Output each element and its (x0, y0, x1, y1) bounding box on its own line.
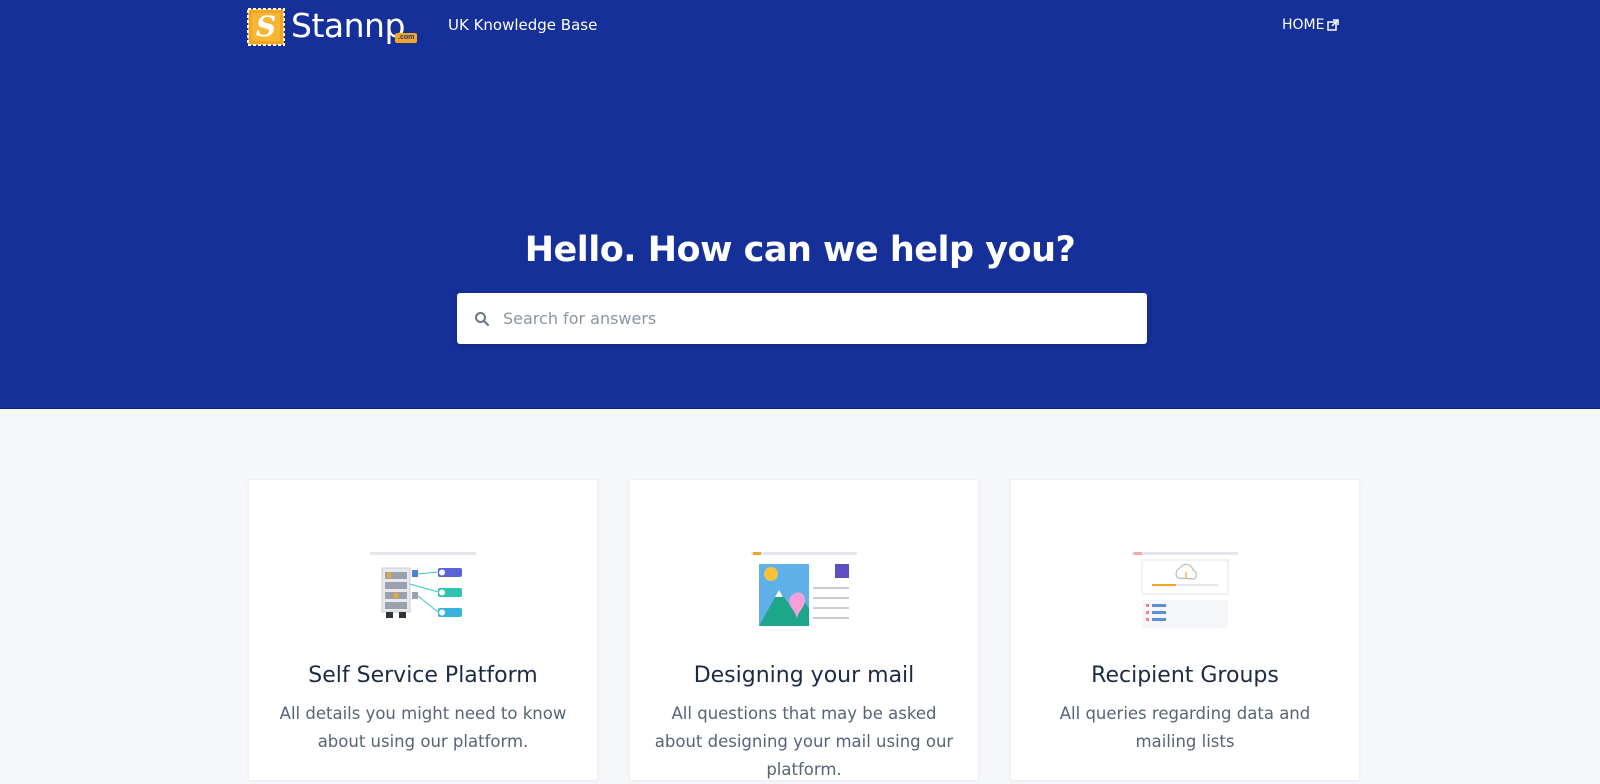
category-description: All questions that may be asked about de… (654, 704, 954, 779)
category-card-self-service[interactable]: Self Service Platform All details you mi… (248, 479, 598, 781)
logo-text: Stannp (291, 6, 405, 45)
category-cards: Self Service Platform All details you mi… (248, 479, 1360, 781)
category-description: All queries regarding data and mailing l… (1059, 704, 1311, 751)
search-icon (475, 311, 489, 326)
logo-dotcom-badge: .com (395, 33, 418, 43)
category-description: All details you might need to know about… (279, 704, 567, 751)
design-illustration-icon (751, 552, 857, 626)
search-box[interactable] (457, 293, 1147, 344)
category-title: Self Service Platform (308, 663, 538, 688)
stamp-logo-icon: S (247, 8, 285, 46)
home-link-label: HOME (1282, 17, 1325, 33)
category-card-recipient-groups[interactable]: Recipient Groups All queries regarding d… (1010, 479, 1360, 781)
platform-illustration-icon (370, 552, 476, 618)
hero-banner: S Stannp .com UK Knowledge Base HOME Hel… (0, 0, 1600, 409)
logo-letter: S (255, 10, 277, 43)
external-link-icon (1327, 19, 1340, 31)
recipients-illustration-icon (1132, 552, 1238, 628)
hero-title: Hello. How can we help you? (524, 230, 1076, 270)
search-input[interactable] (503, 293, 1147, 344)
home-link[interactable]: HOME (1282, 17, 1340, 33)
stannp-logo[interactable]: S Stannp .com (247, 6, 418, 46)
top-navigation: S Stannp .com UK Knowledge Base HOME (0, 0, 1600, 52)
knowledge-base-title[interactable]: UK Knowledge Base (448, 16, 597, 34)
category-title: Recipient Groups (1091, 663, 1279, 688)
category-card-designing-mail[interactable]: Designing your mail All questions that m… (629, 479, 979, 781)
category-title: Designing your mail (693, 663, 915, 688)
